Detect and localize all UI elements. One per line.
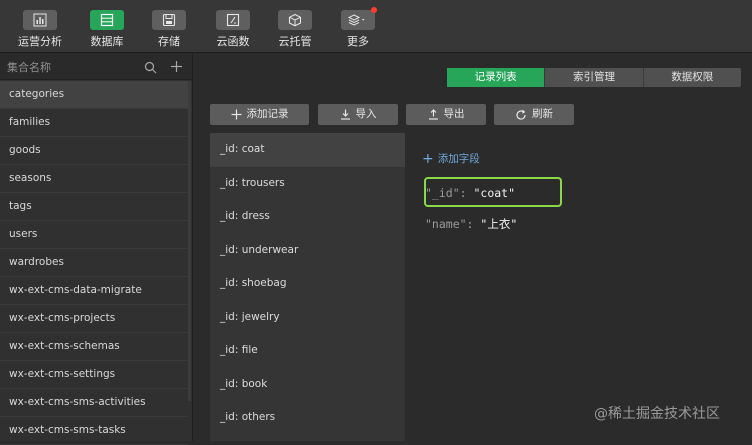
tab-records[interactable]: 记录列表 [447,68,545,87]
toolbar-cloud-function-label: 云函数 [216,35,250,48]
import-label: 导入 [355,108,377,120]
collection-search-placeholder: 集合名称 [7,61,51,74]
record-item[interactable]: _id: underwear [210,234,405,268]
record-item[interactable]: _id: coat [210,133,405,167]
storage-icon [152,10,186,30]
collection-item[interactable]: wx-ext-cms-schemas [0,333,188,361]
collection-item[interactable]: categories [0,81,188,109]
sidebar-scrollbar[interactable] [188,81,191,401]
view-tabs: 记录列表 索引管理 数据权限 [447,68,741,87]
field-value: "上衣" [480,217,518,231]
collection-list: categories families goods seasons tags u… [0,81,188,445]
download-icon [340,109,350,120]
collection-item[interactable]: seasons [0,165,188,193]
toolbar-cloud-hosting-label: 云托管 [278,35,312,48]
collection-item[interactable]: wx-ext-cms-projects [0,305,188,333]
toolbar-cloud-hosting-button[interactable]: 云托管 [267,10,323,49]
add-field-label: 添加字段 [437,153,480,165]
record-item[interactable]: _id: file [210,334,405,368]
toolbar-more-button[interactable]: 更多 [330,7,386,49]
record-item[interactable]: _id: shoebag [210,267,405,301]
upload-icon [428,109,438,120]
layers-icon [341,7,377,30]
record-item[interactable]: _id: jewelry [210,301,405,335]
record-item[interactable]: _id: others [210,401,405,435]
tab-permissions[interactable]: 数据权限 [642,68,741,87]
toolbar-analytics-button[interactable]: 运营分析 [12,10,68,49]
field-key: "_id": [425,186,467,200]
toolbar-storage-label: 存储 [158,35,180,48]
collection-sidebar: 集合名称 categories families goods seasons t… [0,53,193,445]
toolbar-storage-button[interactable]: 存储 [141,10,197,49]
collection-item[interactable]: wx-ext-cms-data-migrate [0,277,188,305]
toolbar-database-button[interactable]: 数据库 [79,10,135,49]
field-row-id[interactable]: "_id": "coat" [425,186,515,200]
field-key: "name": [425,217,474,231]
collection-item[interactable]: users [0,221,188,249]
toolbar-more-label: 更多 [347,35,369,48]
main-panel: 记录列表 索引管理 数据权限 添加记录 导入 导出 刷新 _id: coat _… [193,53,752,441]
collection-item[interactable]: wx-ext-cms-sms-activities [0,389,188,417]
collection-item[interactable]: tags [0,193,188,221]
collection-item[interactable]: families [0,109,188,137]
record-detail: + 添加字段 "_id": "coat" "name": "上衣" [405,133,752,441]
cloud-function-icon [216,10,250,30]
notification-badge [371,7,377,13]
toolbar-analytics-label: 运营分析 [18,35,62,48]
refresh-label: 刷新 [532,108,553,120]
field-row-name[interactable]: "name": "上衣" [425,216,517,232]
watermark: @稀土掘金技术社区 [594,406,720,422]
add-field-button[interactable]: + 添加字段 [422,151,480,166]
field-value: "coat" [473,186,516,200]
record-item[interactable]: _id: trousers [210,167,405,201]
search-icon[interactable] [144,59,157,78]
plus-icon: + [422,150,434,167]
plus-icon [231,109,241,120]
collection-item[interactable]: goods [0,137,188,165]
record-list: _id: coat _id: trousers _id: dress _id: … [210,133,405,441]
toolbar-cloud-function-button[interactable]: 云函数 [205,10,261,49]
collection-item[interactable]: wardrobes [0,249,188,277]
cube-icon [278,10,312,30]
export-button[interactable]: 导出 [406,104,486,125]
toolbar-database-label: 数据库 [90,35,124,48]
top-toolbar: 运营分析 数据库 存储 云函数 云托管 更多 [0,0,752,53]
collection-search[interactable]: 集合名称 [0,53,192,80]
database-icon [90,10,124,30]
collection-item[interactable]: wx-ext-cms-settings [0,361,188,389]
add-record-label: 添加记录 [246,108,289,120]
record-item[interactable]: _id: book [210,368,405,402]
tab-indexes[interactable]: 索引管理 [544,68,642,87]
bar-chart-icon [23,10,57,30]
add-collection-icon[interactable] [170,58,183,77]
refresh-button[interactable]: 刷新 [494,104,574,125]
add-record-button[interactable]: 添加记录 [210,104,309,125]
record-item[interactable]: _id: dress [210,200,405,234]
import-button[interactable]: 导入 [318,104,398,125]
export-label: 导出 [443,108,465,120]
refresh-icon [516,109,526,120]
